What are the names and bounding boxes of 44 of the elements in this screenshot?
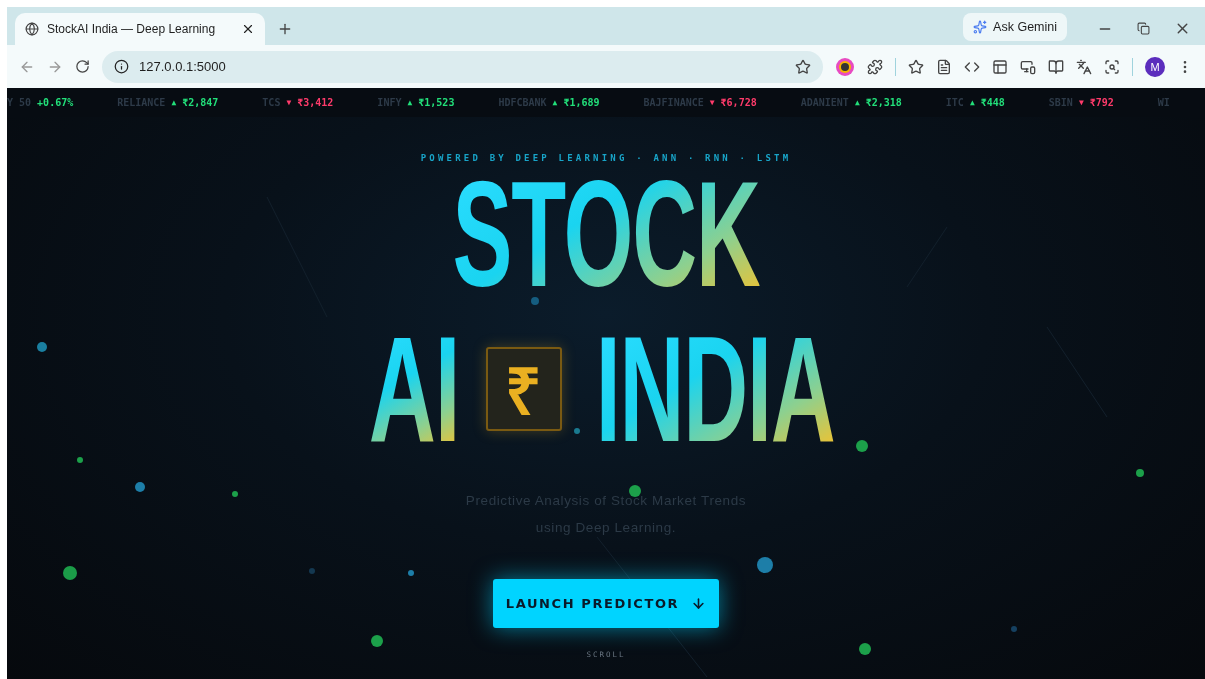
layout-icon[interactable] (992, 58, 1009, 75)
trend-arrow: ▼ (286, 98, 292, 107)
globe-icon (25, 22, 39, 36)
book-icon[interactable] (1048, 58, 1065, 75)
sparkle-icon (973, 20, 988, 34)
ticker-price: ₹448 (980, 97, 1005, 108)
restore-icon[interactable] (1137, 22, 1150, 35)
info-icon[interactable] (114, 59, 129, 74)
ticker-price: +0.67% (37, 97, 74, 108)
star-icon[interactable] (795, 58, 812, 75)
trend-arrow: ▲ (407, 98, 413, 107)
color-picker-icon[interactable] (835, 56, 856, 77)
ticker-price: ₹792 (1089, 97, 1114, 108)
eyebrow-text: POWERED BY DEEP LEARNING · ANN · RNN · LSTM (420, 153, 792, 163)
url-text: 127.0.0.1:5000 (139, 59, 227, 74)
ask-gemini-button[interactable]: Ask Gemini (963, 13, 1067, 41)
tab-title: StockAI India — Deep Learning (47, 22, 217, 36)
ticker-price: ₹2,318 (865, 97, 902, 108)
trend-arrow: ▼ (709, 98, 715, 107)
close-icon[interactable] (241, 22, 255, 36)
devices-icon[interactable] (1020, 58, 1037, 75)
ticker-price: ₹6,728 (720, 97, 757, 108)
new-tab-icon[interactable] (277, 21, 293, 37)
ticker-price: ₹3,412 (297, 97, 334, 108)
rupee-badge: ₹ (485, 347, 562, 431)
document-icon[interactable] (936, 58, 953, 75)
star-icon[interactable] (908, 58, 925, 75)
translate-icon[interactable] (1076, 58, 1093, 75)
trend-arrow: ▲ (969, 98, 975, 107)
puzzle-icon[interactable] (867, 58, 884, 75)
trend-arrow: ▲ (171, 98, 177, 107)
ticker-price: ₹1,689 (563, 97, 600, 108)
browser-tab[interactable]: StockAI India — Deep Learning (15, 13, 265, 45)
launch-predictor-button[interactable]: LAUNCH PREDICTOR (493, 579, 719, 628)
scan-search-icon[interactable] (1104, 58, 1121, 75)
arrow-down-icon (691, 596, 707, 611)
address-bar[interactable]: 127.0.0.1:5000 (102, 50, 824, 83)
trend-arrow: ▲ (552, 98, 558, 107)
ticker-price: ₹1,523 (418, 97, 455, 108)
trend-arrow: ▼ (1078, 98, 1084, 107)
profile-avatar[interactable]: M (1145, 56, 1165, 77)
trend-arrow: ▲ (854, 98, 860, 107)
reload-icon[interactable] (75, 59, 90, 74)
ticker-price: ₹2,847 (182, 97, 219, 108)
